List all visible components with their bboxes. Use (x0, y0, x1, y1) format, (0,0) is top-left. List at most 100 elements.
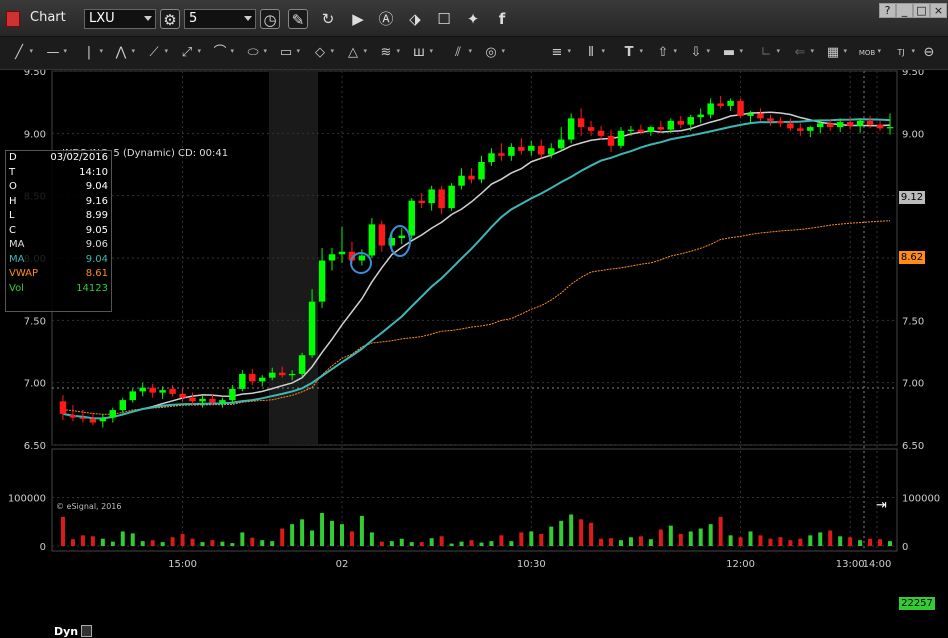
volume-bar (758, 535, 763, 546)
fan-tool-icon[interactable]: ⟋ ▾ (143, 43, 168, 63)
price-tick-label-left: 6.50 (24, 441, 46, 452)
help-button[interactable]: ? (879, 3, 896, 18)
triangle-tool-icon[interactable]: △ ▾ (342, 43, 367, 63)
refresh-icon[interactable]: ↻ (318, 9, 338, 29)
data-window-row: VWAP 8.61 (6, 267, 111, 282)
volume-bar (429, 538, 434, 546)
rectangle-tool-icon[interactable]: ▭ ▾ (275, 43, 300, 63)
volume-bar (359, 515, 364, 546)
time-template-icon[interactable]: ⚙ (160, 9, 180, 29)
data-window-label: VWAP (9, 268, 39, 279)
link-icon[interactable]: ⬗ (405, 9, 425, 29)
clock-icon[interactable]: ◷ (260, 9, 280, 29)
symbol-input[interactable]: LXU (84, 9, 156, 29)
chart-canvas[interactable]: 9.509.509.009.008.508.508.008.007.507.50… (0, 70, 948, 576)
candle-body (89, 418, 97, 423)
highlight-tool-icon[interactable]: ▬ ▾ (718, 43, 743, 63)
data-window-value: 9.04 (85, 253, 108, 265)
data-window[interactable]: D 03/02/2016 T 14:10 O 9.04 H 9.16 L 8.99 C 9.05 MA 9… (5, 150, 112, 312)
volume-bar (130, 533, 135, 546)
candle-body (737, 100, 744, 116)
volume-bar (439, 536, 444, 546)
candle-body (468, 175, 475, 180)
price-tick-label-left: 7.00 (24, 379, 46, 390)
alert-icon[interactable]: Ⓐ (376, 9, 396, 29)
pitchfork-tool-icon[interactable]: ш ▾ (408, 43, 433, 63)
arrow-up-tool-icon[interactable]: ⇧ ▾ (652, 43, 677, 63)
candle-body (219, 400, 226, 403)
price-tick-label: 9.00 (902, 129, 924, 140)
tj-tool-icon[interactable]: TJ ▾ (890, 43, 915, 63)
candle-body (458, 175, 465, 186)
candle-body (547, 148, 555, 155)
candle-body (278, 372, 286, 376)
dynamic-label[interactable]: Dyn (54, 625, 78, 638)
data-window-value: 9.04 (85, 181, 108, 192)
candle-body (846, 122, 854, 126)
volume-bar (160, 542, 165, 546)
close-button[interactable]: × (930, 3, 947, 18)
grid-tool-icon[interactable]: ▦ ▾ (822, 43, 847, 63)
price-tick-label-left: 9.50 (24, 70, 46, 78)
window-title: Chart (30, 10, 66, 25)
jump-to-end-icon[interactable]: ⇥ (876, 499, 892, 513)
volume-tag: 22257 (899, 597, 935, 610)
candle-body (398, 235, 406, 239)
data-window-label: O (9, 181, 17, 192)
fibonacci-tool-icon[interactable]: ⤢ ▾ (176, 43, 201, 63)
volume-bar (718, 516, 723, 546)
candle-body (866, 120, 874, 125)
volume-bar (818, 532, 823, 546)
arc-tool-icon[interactable]: ⌒ ▾ (209, 43, 234, 63)
candle-body (478, 162, 485, 180)
volume-bar (110, 541, 115, 546)
volume-bar (628, 537, 633, 546)
twitter-icon[interactable]: ✦ (463, 9, 483, 29)
arrow-down-tool-icon[interactable]: ⇩ ▾ (685, 43, 710, 63)
chevron-down-icon[interactable] (144, 16, 152, 21)
last-price-tag: 9.12 (899, 191, 925, 204)
lock-icon[interactable] (81, 625, 92, 637)
cursor-back-tool-icon[interactable]: ⇐ ▾ (789, 43, 814, 63)
text-lines-tool-icon[interactable]: ≡ ▾ (546, 43, 571, 63)
lock-tool-icon[interactable]: ∟ ▾ (755, 43, 780, 63)
chevron-down-icon[interactable] (244, 16, 252, 21)
minimize-button[interactable]: _ (896, 3, 913, 18)
circle-tool-icon[interactable]: ◎ ▾ (480, 43, 505, 63)
chart-panel[interactable]: 9.509.509.009.008.508.508.008.007.507.50… (0, 70, 948, 638)
volume-bar (798, 538, 803, 546)
data-window-row: C 9.05 (6, 224, 111, 239)
maximize-button[interactable]: □ (913, 3, 930, 18)
candle-body (338, 251, 346, 255)
pencil-icon[interactable]: ✎ (288, 9, 308, 29)
horizontal-line-tool-icon[interactable]: — ▾ (42, 43, 68, 63)
line-tool-icon[interactable]: ╱ ▾ (8, 43, 33, 63)
play-icon[interactable]: ▶ (348, 9, 368, 29)
zoom-tool-icon[interactable]: ⊖ (918, 43, 940, 63)
interval-input[interactable]: 5 (184, 9, 256, 29)
bars-tool-icon[interactable]: ⦀ ▾ (580, 43, 605, 63)
volume-bar (658, 529, 663, 546)
candle-body (876, 124, 884, 129)
volume-bar (210, 540, 215, 546)
volume-bar (250, 537, 255, 546)
text-tool-icon[interactable]: T ▾ (618, 43, 643, 63)
volume-tick-label-left: 0 (40, 542, 46, 553)
volume-bar (150, 540, 155, 546)
eraser-tool-icon[interactable]: ◇ ▾ (309, 43, 334, 63)
candle-body (358, 255, 366, 261)
candle-body (807, 127, 814, 131)
vertical-line-tool-icon[interactable]: | ▾ (78, 43, 103, 63)
zigzag-tool-icon[interactable]: ⋀ ▾ (110, 43, 135, 63)
ellipse-tool-icon[interactable]: ⬭ ▾ (242, 43, 267, 63)
facebook-icon[interactable]: f (492, 9, 512, 29)
candle-body (428, 189, 435, 204)
window-titlebar: Chart LXU ⚙ 5 ◷ ✎ ↻ ▶ Ⓐ ⬗ ☐ ✦ f ? _ □ × (0, 0, 948, 37)
chat-icon[interactable]: ☐ (434, 9, 454, 29)
parallel-tool-icon[interactable]: ⫽ ▾ (447, 43, 472, 63)
volume-bar (828, 530, 833, 546)
channel-tool-icon[interactable]: ≋ ▾ (375, 43, 400, 63)
mob-tool-icon[interactable]: MOB ▾ (856, 43, 881, 63)
volume-bar (260, 540, 265, 546)
candle-body (597, 130, 605, 136)
